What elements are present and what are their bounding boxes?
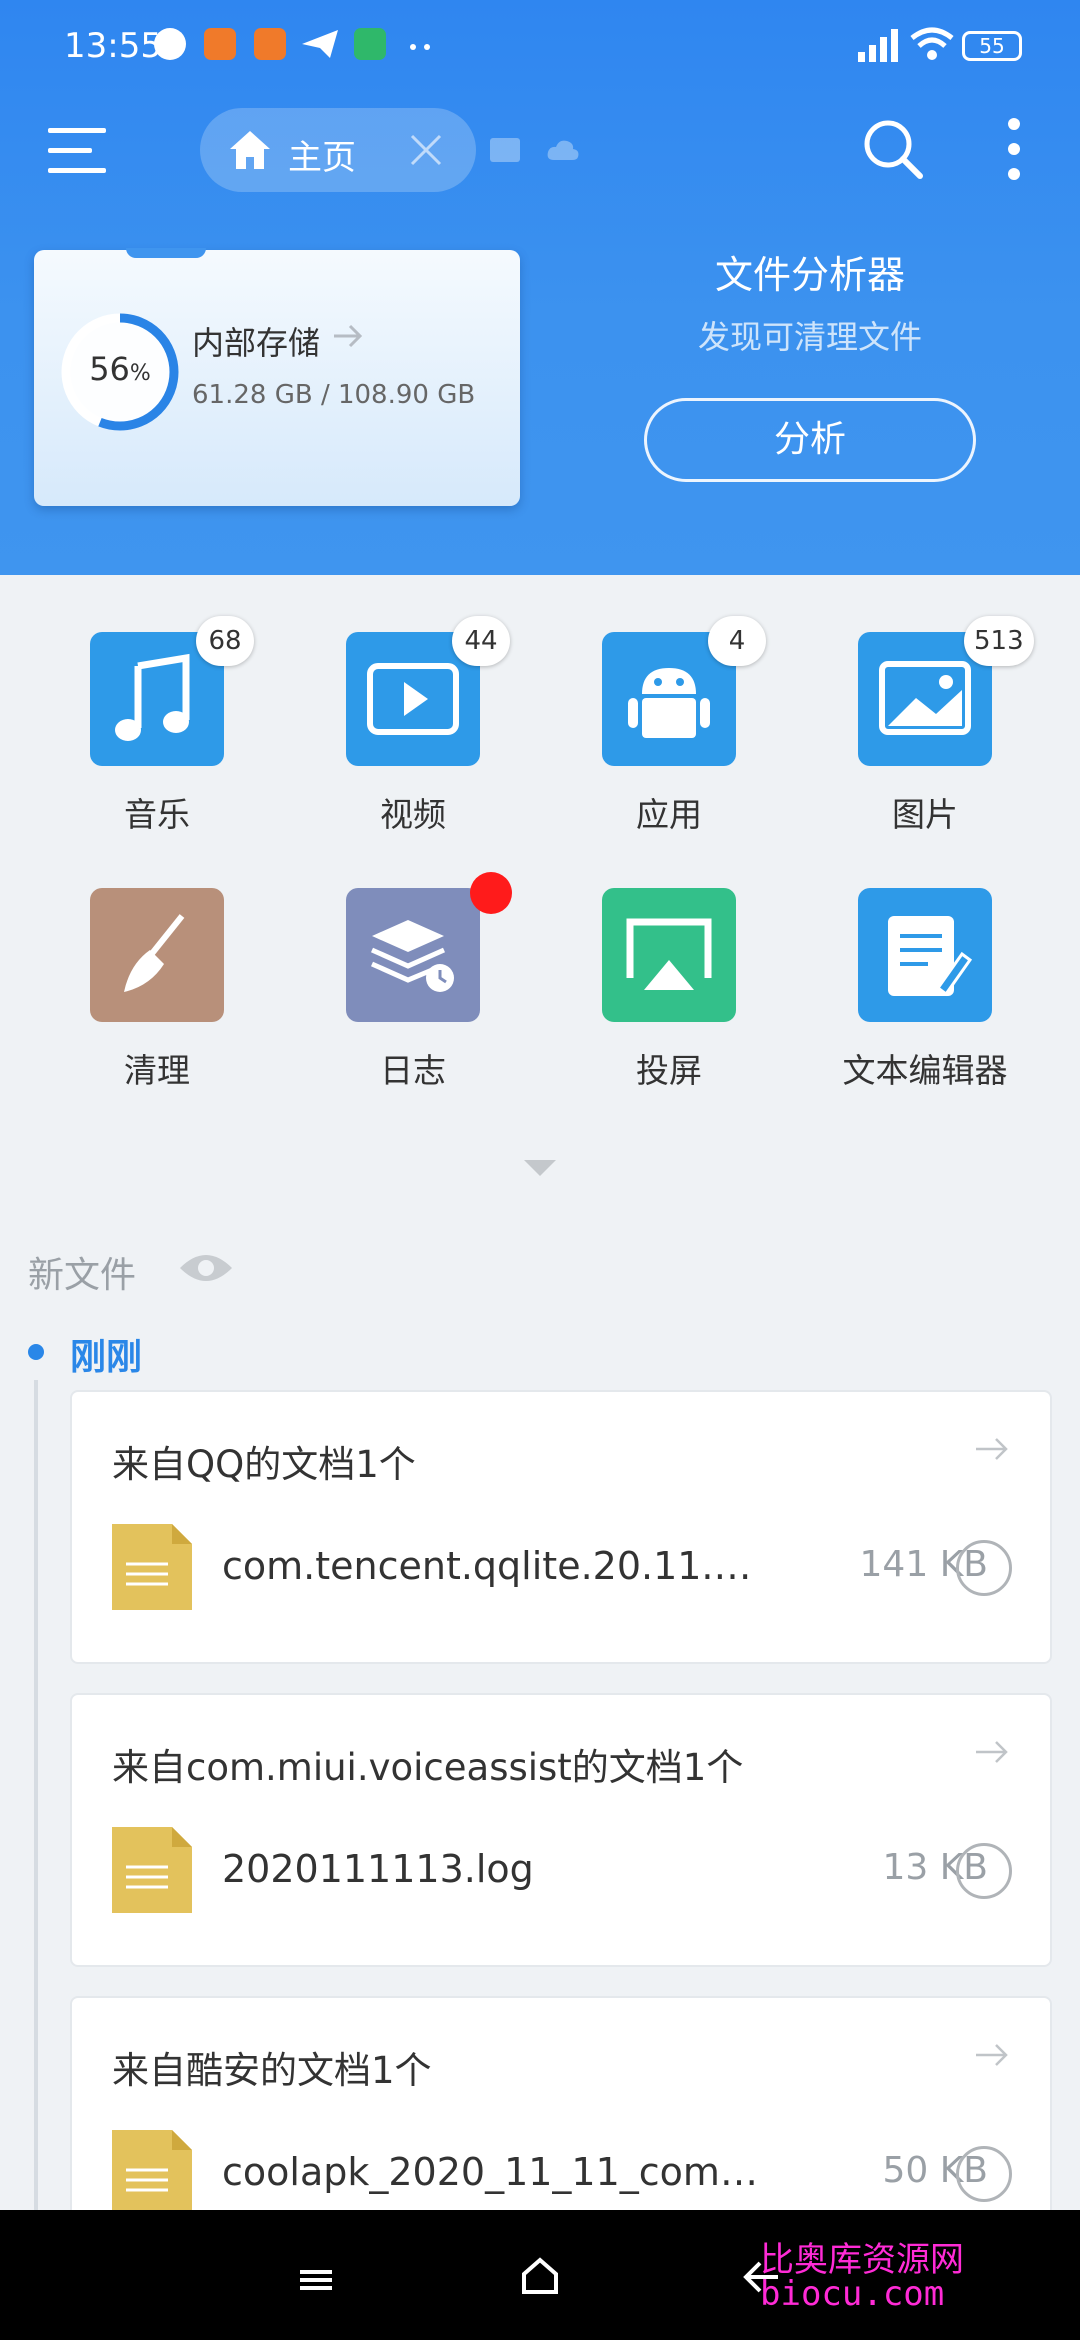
category-android[interactable]: 4 应用 (542, 616, 782, 852)
storage-name: 内部存储 (192, 324, 321, 362)
more-notifications-icon (410, 44, 416, 50)
arrow-right-icon[interactable] (972, 1737, 1012, 1767)
count-badge: 4 (708, 616, 766, 666)
internal-storage-card[interactable]: 56% 内部存储 61.28 GB / 108.90 GB (34, 250, 520, 506)
arrow-right-icon (334, 324, 363, 348)
file-group-title: 来自com.miui.voiceassist的文档1个 (112, 1746, 744, 1789)
cloud-icon[interactable] (546, 138, 580, 162)
category-label: 文本编辑器 (842, 1051, 1008, 1090)
home-icon (230, 131, 270, 169)
arrow-right-icon[interactable] (972, 2040, 1012, 2070)
category-cast-screen[interactable]: 投屏 (542, 888, 782, 1108)
alarm-icon (154, 28, 186, 60)
close-tab-icon[interactable] (408, 132, 444, 168)
status-time: 13:55 (64, 26, 162, 66)
file-group-card[interactable]: 来自com.miui.voiceassist的文档1个 2020111113.lo… (70, 1693, 1052, 1967)
timeline-dot (28, 1344, 44, 1360)
timeline-line (34, 1380, 38, 2340)
text-edit-icon (858, 888, 992, 1022)
signal-icon (858, 29, 898, 62)
count-badge: 68 (196, 616, 254, 666)
select-radio[interactable] (956, 1540, 1012, 1596)
count-badge: 513 (964, 616, 1034, 666)
taobao-icon (204, 28, 236, 60)
notification-dot (470, 872, 512, 914)
more-notifications-icon (424, 44, 430, 50)
eye-icon[interactable] (178, 1250, 234, 1286)
shield-app-icon (354, 28, 386, 60)
timeline-label: 刚刚 (70, 1337, 143, 1378)
category-music[interactable]: 68 音乐 (30, 616, 270, 852)
expand-chevron-icon[interactable] (522, 1158, 558, 1178)
analyzer-title: 文件分析器 (714, 253, 905, 297)
file-group-title: 来自QQ的文档1个 (112, 1443, 416, 1486)
broom-icon (90, 888, 224, 1022)
category-label: 应用 (636, 795, 702, 834)
cast-screen-icon (602, 888, 736, 1022)
storage-card-icon[interactable] (490, 138, 520, 162)
category-label: 投屏 (636, 1051, 702, 1090)
file-size: 13 KB (882, 1847, 988, 1888)
category-label: 清理 (124, 1051, 190, 1090)
navigation-bar: 比奥库资源网 biocu.com (0, 2210, 1080, 2340)
category-text-edit[interactable]: 文本编辑器 (798, 888, 1038, 1108)
paper-plane-icon (302, 30, 338, 58)
category-log-stack[interactable]: 日志 (286, 872, 526, 1108)
storage-percent-sign: % (129, 361, 151, 386)
category-label: 视频 (380, 795, 446, 834)
file-name: coolapk_2020_11_11_com.… (222, 2150, 762, 2194)
file-size: 50 KB (882, 2150, 988, 2191)
category-label: 图片 (892, 795, 958, 834)
txt-file-icon (112, 2130, 192, 2216)
tab-home-label: 主页 (288, 138, 356, 178)
card-notch (126, 248, 206, 258)
home-nav-icon[interactable] (520, 2256, 560, 2296)
txt-file-icon (112, 1827, 192, 1913)
watermark-url: biocu.com (760, 2274, 945, 2314)
category-video[interactable]: 44 视频 (286, 616, 526, 852)
storage-size: 61.28 GB / 108.90 GB (192, 380, 476, 410)
taobao-icon (254, 28, 286, 60)
recent-apps-icon[interactable] (300, 2268, 332, 2290)
tab-home[interactable]: 主页 (200, 108, 476, 192)
count-badge: 44 (452, 616, 510, 666)
file-name: com.tencent.qqlite.20.11.1… (222, 1544, 762, 1588)
txt-file-icon (112, 1524, 192, 1610)
select-radio[interactable] (956, 2146, 1012, 2202)
analyze-button[interactable]: 分析 (644, 398, 976, 482)
arrow-right-icon[interactable] (972, 1434, 1012, 1464)
search-icon[interactable] (862, 118, 924, 180)
new-files-heading: 新文件 (28, 1255, 137, 1296)
file-group-card[interactable]: 来自QQ的文档1个 com.tencent.qqlite.20.11.1… 141 … (70, 1390, 1052, 1664)
more-options-icon[interactable] (1006, 116, 1022, 182)
log-stack-icon (346, 888, 480, 1022)
category-label: 音乐 (124, 795, 190, 834)
file-group-title: 来自酷安的文档1个 (112, 2049, 432, 2092)
wifi-icon (910, 27, 954, 60)
category-image[interactable]: 513 图片 (798, 616, 1038, 852)
file-name: 2020111113.log (222, 1847, 534, 1891)
category-label: 日志 (380, 1051, 446, 1090)
status-bar: 13:55 55 (0, 0, 1080, 96)
file-size: 141 KB (859, 1544, 988, 1585)
battery-indicator: 55 (962, 31, 1022, 61)
menu-icon[interactable] (48, 126, 106, 176)
storage-percent-value: 56 (89, 350, 130, 388)
select-radio[interactable] (956, 1843, 1012, 1899)
category-broom[interactable]: 清理 (30, 888, 270, 1108)
analyzer-subtitle: 发现可清理文件 (697, 318, 922, 356)
storage-percent: 56% (56, 350, 184, 388)
